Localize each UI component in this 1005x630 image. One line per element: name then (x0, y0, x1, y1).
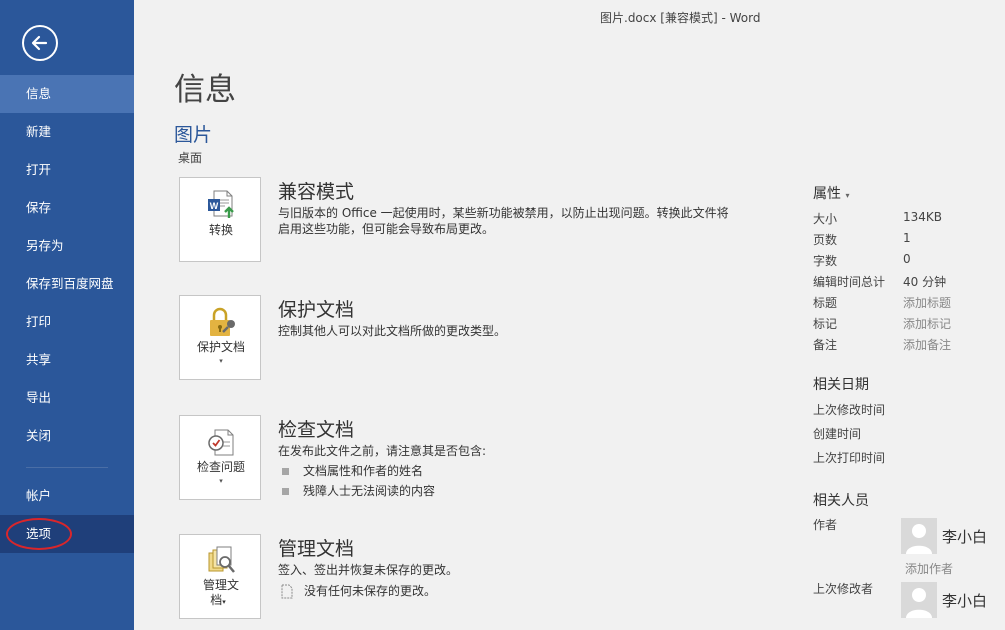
inspect-document-description: 在发布此文件之前，请注意其是否包含: (278, 444, 487, 458)
convert-label: 转换 (208, 223, 233, 237)
protect-document-title: 保护文档 (278, 299, 355, 321)
nav-print[interactable]: 打印 (0, 303, 134, 341)
property-label: 页数 (813, 233, 838, 247)
avatar[interactable] (901, 582, 937, 618)
add-title-field[interactable]: 添加标题 (903, 294, 951, 311)
property-label: 标题 (813, 296, 838, 310)
dropdown-caret-icon: ▾ (222, 598, 226, 606)
nav-new[interactable]: 新建 (0, 113, 134, 151)
manage-document-label-line1: 管理文 (202, 578, 239, 592)
inspect-bullet: 残障人士无法阅读的内容 (282, 482, 435, 499)
property-label: 标记 (813, 317, 838, 331)
bullet-square-icon (282, 488, 289, 495)
protect-document-button[interactable]: 保护文档 ▾ (179, 295, 261, 380)
nav-save-as[interactable]: 另存为 (0, 227, 134, 265)
nav-divider (26, 467, 108, 468)
back-arrow-icon (31, 35, 48, 51)
nav-share[interactable]: 共享 (0, 341, 134, 379)
compat-mode-title: 兼容模式 (278, 181, 355, 203)
avatar[interactable] (901, 518, 937, 554)
inspect-bullet-text: 残障人士无法阅读的内容 (303, 484, 436, 498)
add-comments-field[interactable]: 添加备注 (903, 336, 951, 353)
property-label: 字数 (813, 254, 838, 268)
convert-button[interactable]: W 转换 (179, 177, 261, 262)
property-value: 0 (903, 252, 911, 266)
back-button[interactable] (22, 25, 58, 61)
backstage-sidebar: 信息 新建 打开 保存 另存为 保存到百度网盘 打印 共享 导出 关闭 帐户 选… (0, 0, 134, 630)
unsaved-changes-note: 没有任何未保存的更改。 (280, 582, 436, 599)
last-modified-by-label: 上次修改者 (813, 582, 874, 596)
manage-document-description: 签入、签出并恢复未保存的更改。 (278, 563, 459, 577)
inspect-document-icon (208, 429, 234, 456)
nav-save[interactable]: 保存 (0, 189, 134, 227)
nav-open[interactable]: 打开 (0, 151, 134, 189)
manage-document-title: 管理文档 (278, 538, 355, 560)
protect-document-label: 保护文档 (196, 340, 245, 354)
author-label: 作者 (813, 518, 838, 532)
inspect-bullet: 文档属性和作者的姓名 (282, 462, 423, 479)
property-value: 1 (903, 231, 911, 245)
property-label: 大小 (813, 212, 838, 226)
word-convert-icon: W (208, 190, 234, 218)
property-value: 40 分钟 (903, 275, 947, 289)
properties-header-text: 属性 (813, 186, 841, 202)
inspect-document-title: 检查文档 (278, 419, 355, 441)
check-issues-button[interactable]: 检查问题 ▾ (179, 415, 261, 500)
related-dates-header: 相关日期 (813, 377, 869, 393)
lock-key-icon (210, 307, 235, 336)
manage-document-label-line2: 档▾ (180, 593, 256, 609)
property-label: 备注 (813, 338, 838, 352)
bullet-square-icon (282, 468, 289, 475)
created-time-label: 创建时间 (813, 427, 862, 441)
dropdown-caret-icon: ▾ (219, 477, 223, 485)
last-modified-time-label: 上次修改时间 (813, 403, 886, 417)
nav-account[interactable]: 帐户 (0, 477, 134, 515)
svg-text:W: W (210, 201, 219, 211)
related-people-header: 相关人员 (813, 493, 869, 509)
document-location[interactable]: 桌面 (178, 149, 202, 166)
unsaved-changes-text: 没有任何未保存的更改。 (304, 584, 437, 598)
manage-document-label-line2-text: 档 (210, 593, 223, 607)
chevron-down-icon: ▾ (845, 191, 850, 200)
manage-document-button[interactable]: 管理文 档▾ (179, 534, 261, 619)
protect-document-description: 控制其他人可以对此文档所做的更改类型。 (278, 324, 507, 338)
page-title: 信息 (174, 72, 236, 108)
property-label: 编辑时间总计 (813, 275, 886, 289)
document-name: 图片 (174, 124, 213, 146)
add-tags-field[interactable]: 添加标记 (903, 315, 951, 332)
highlight-circle (6, 518, 72, 550)
last-modified-by-name[interactable]: 李小白 (942, 590, 987, 611)
nav-export[interactable]: 导出 (0, 379, 134, 417)
properties-header[interactable]: 属性 ▾ (813, 183, 849, 203)
person-silhouette-icon (906, 524, 932, 554)
dropdown-caret-icon: ▾ (219, 357, 223, 365)
window-title: 图片.docx [兼容模式] - Word (600, 11, 761, 25)
check-issues-label: 检查问题 (196, 460, 245, 474)
compat-mode-description: 与旧版本的 Office 一起使用时，某些新功能被禁用，以防止出现问题。转换此文… (278, 206, 729, 236)
author-name[interactable]: 李小白 (942, 526, 987, 547)
document-dashed-icon (281, 584, 293, 599)
nav-close[interactable]: 关闭 (0, 417, 134, 455)
person-silhouette-icon (906, 588, 932, 618)
last-printed-time-label: 上次打印时间 (813, 451, 886, 465)
inspect-bullet-text: 文档属性和作者的姓名 (303, 464, 424, 478)
nav-info[interactable]: 信息 (0, 75, 134, 113)
add-author-link[interactable]: 添加作者 (905, 560, 953, 577)
manage-document-icon (208, 546, 235, 573)
property-value: 134KB (903, 210, 943, 224)
nav-save-to-baidu[interactable]: 保存到百度网盘 (0, 265, 134, 303)
